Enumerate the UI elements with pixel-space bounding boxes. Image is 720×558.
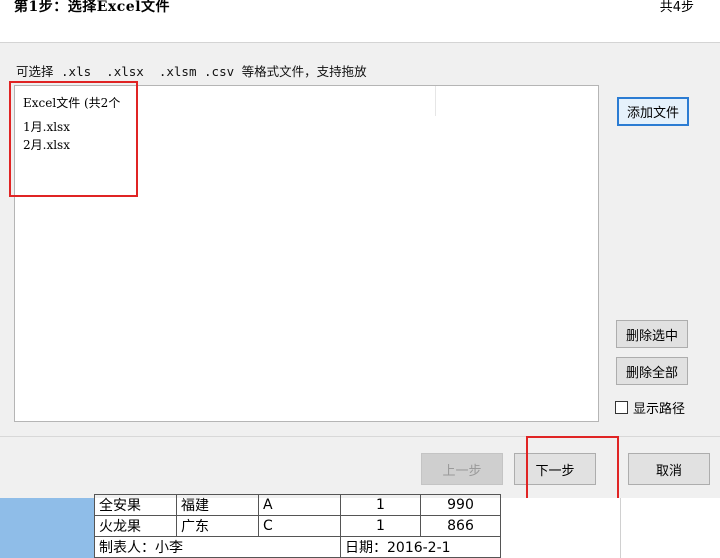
dialog-body: 可选择 .xls .xlsx .xlsm .csv 等格式文件，支持拖放 Exc…: [0, 44, 720, 436]
show-path-toggle[interactable]: 显示路径: [615, 398, 685, 417]
table-maker-cell: 制表人：小李: [94, 536, 341, 558]
table-cell: 990: [420, 494, 501, 516]
selected-cell-area: [0, 498, 94, 558]
dialog-footer: 上一步 下一步 取消: [0, 436, 720, 516]
step-title: 第1步：选择Excel文件: [14, 0, 171, 15]
file-list[interactable]: Excel文件 (共2个 1月.xlsx 2月.xlsx: [9, 81, 599, 422]
table-cell: 广东: [176, 515, 259, 537]
table-cell: 1: [340, 494, 421, 516]
add-file-button[interactable]: 添加文件: [617, 97, 689, 126]
table-cell: 火龙果: [94, 515, 177, 537]
table-cell: 866: [420, 515, 501, 537]
table-cell: C: [258, 515, 341, 537]
table-date-cell: 日期：2016-2-1: [340, 536, 501, 558]
list-item[interactable]: 2月.xlsx: [23, 136, 70, 153]
dialog-header: 第1步：选择Excel文件 共4步: [0, 0, 720, 43]
spreadsheet-table: 全安果 福建 A 1 990 火龙果 广东 C 1 866 制表人：小李 日期：…: [94, 494, 501, 558]
format-hint: 可选择 .xls .xlsx .xlsm .csv 等格式文件，支持拖放: [16, 64, 367, 79]
list-item[interactable]: 1月.xlsx: [23, 118, 70, 135]
prev-button[interactable]: 上一步: [421, 453, 503, 485]
table-cell: A: [258, 494, 341, 516]
step-count: 共4步: [659, 0, 694, 15]
table-row: 全安果 福建 A 1 990: [94, 494, 501, 516]
delete-all-button[interactable]: 删除全部: [616, 357, 688, 385]
table-cell: 1: [340, 515, 421, 537]
table-cell: 福建: [176, 494, 259, 516]
background-spreadsheet: 全安果 福建 A 1 990 火龙果 广东 C 1 866 制表人：小李 日期：…: [0, 494, 720, 558]
sheet-side-panel: [620, 498, 720, 558]
file-list-header: Excel文件 (共2个: [23, 96, 121, 110]
table-row: 制表人：小李 日期：2016-2-1: [94, 536, 501, 558]
show-path-checkbox[interactable]: [615, 401, 628, 414]
next-button[interactable]: 下一步: [514, 453, 596, 485]
column-divider: [435, 86, 436, 116]
delete-selected-button[interactable]: 删除选中: [616, 320, 688, 348]
table-cell: 全安果: [94, 494, 177, 516]
cancel-button[interactable]: 取消: [628, 453, 710, 485]
show-path-label: 显示路径: [633, 402, 686, 417]
table-row: 火龙果 广东 C 1 866: [94, 515, 501, 537]
